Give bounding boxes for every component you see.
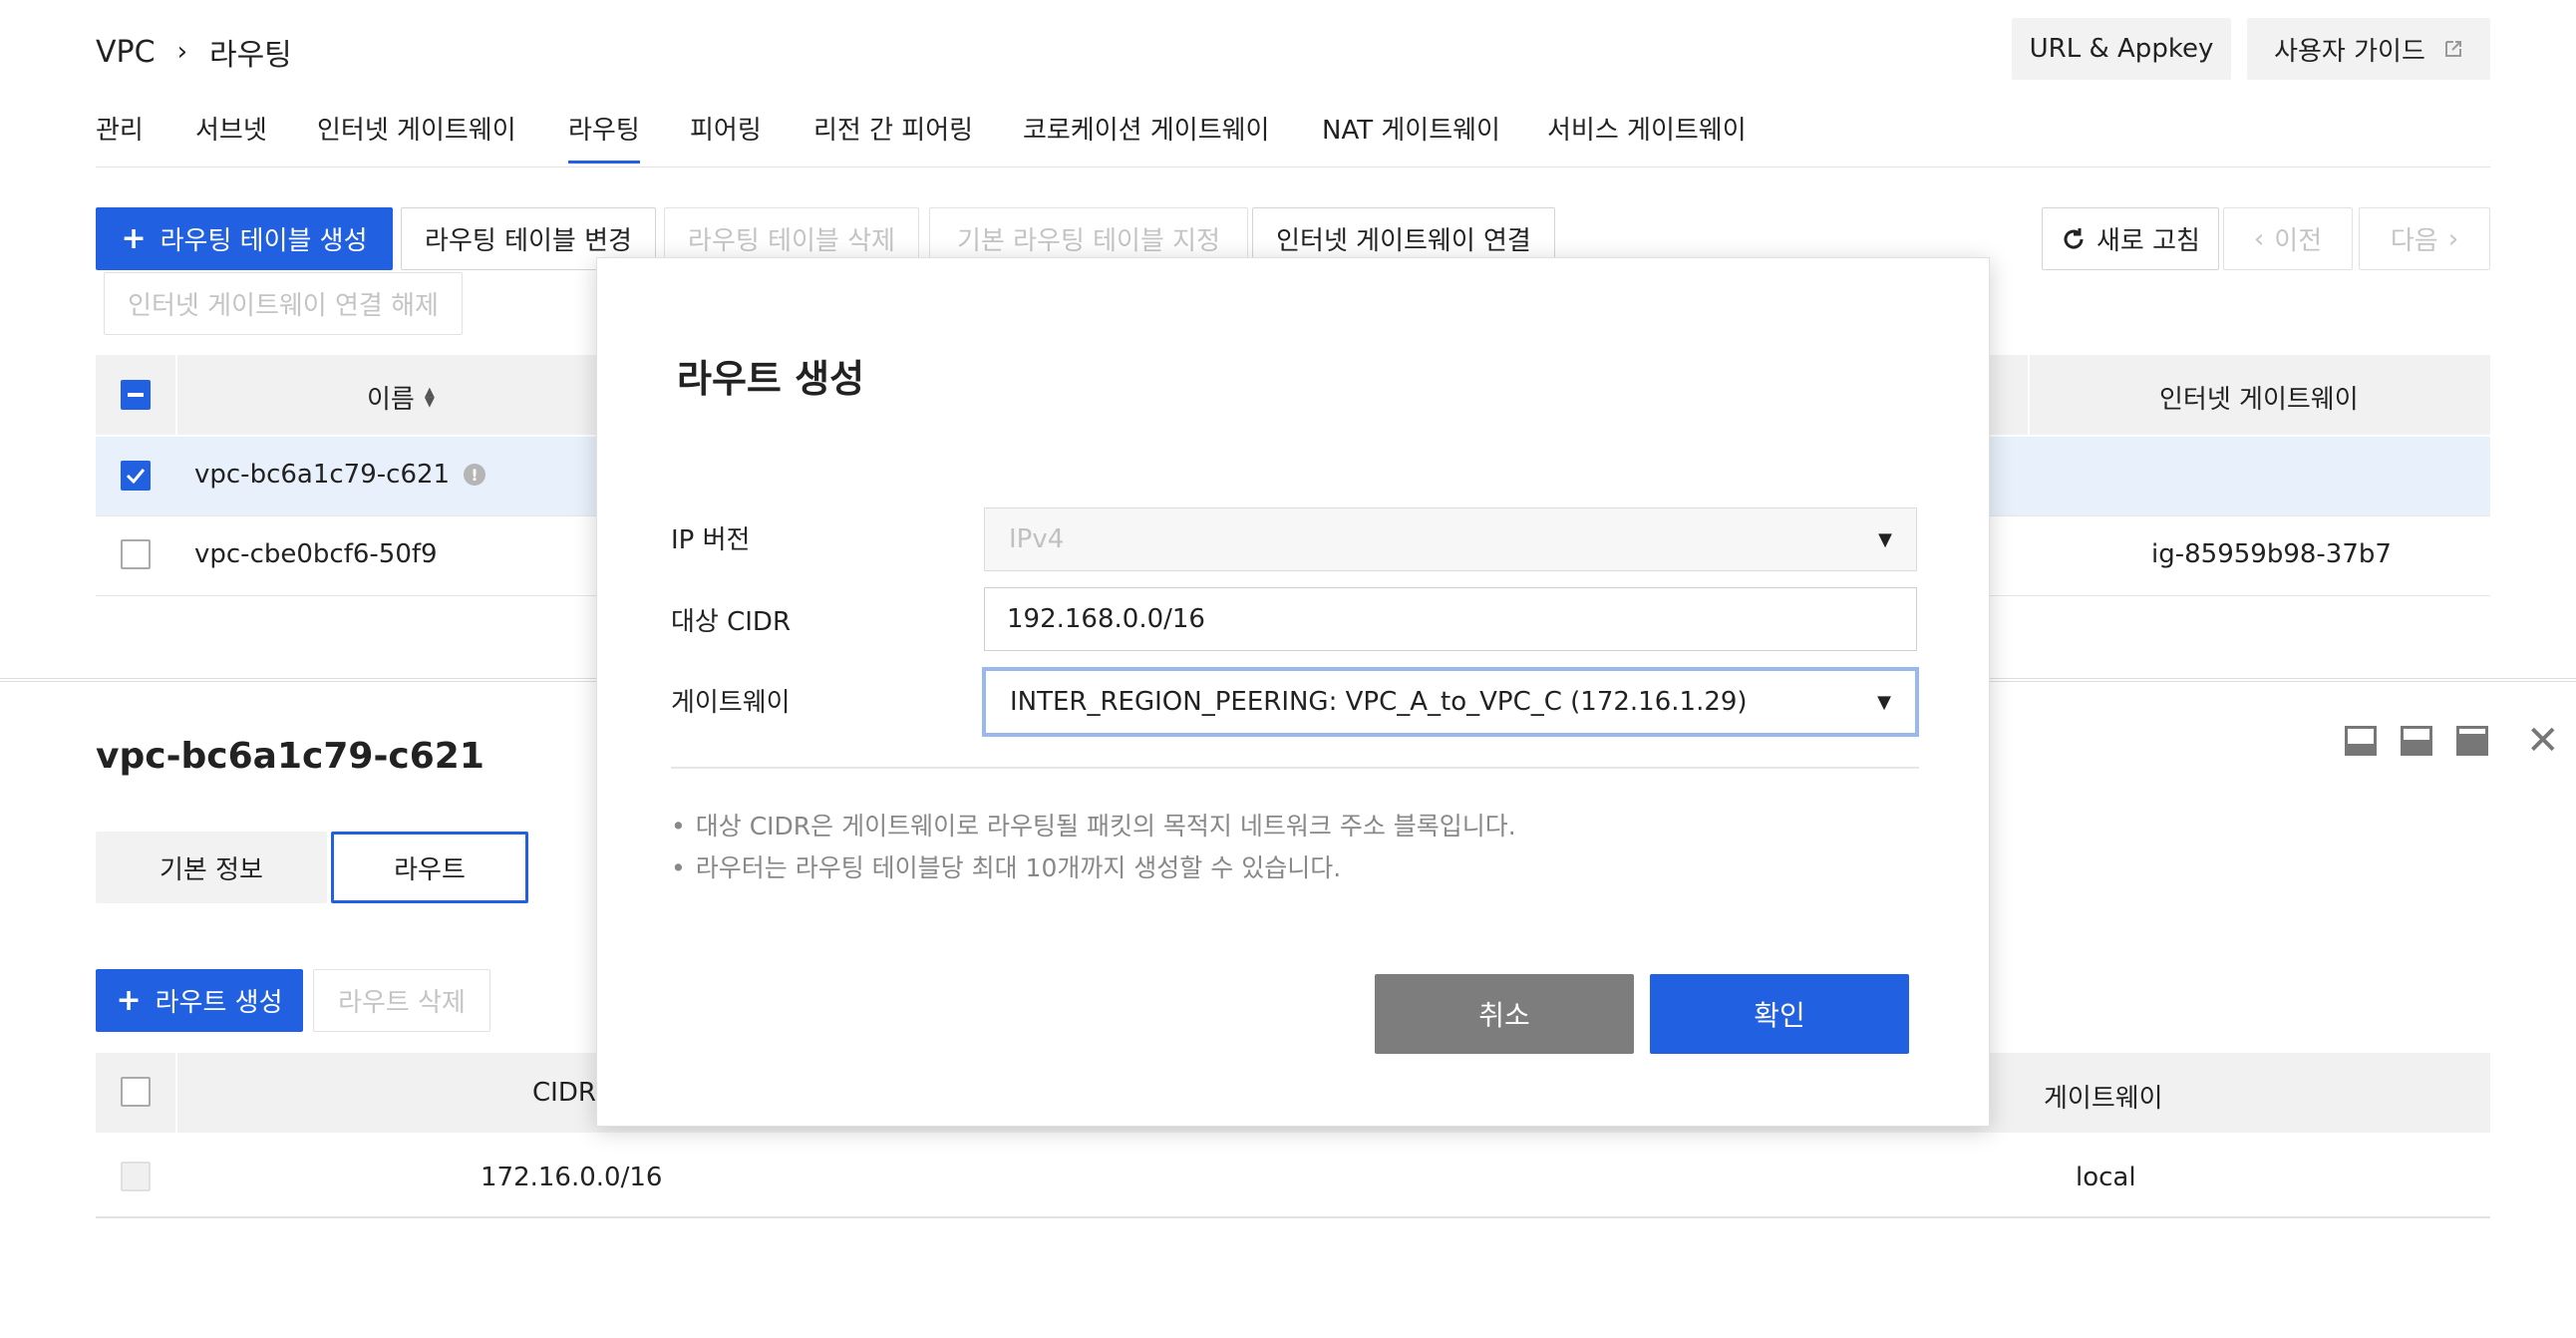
select-all-routes-checkbox[interactable] [121, 1077, 151, 1107]
next-page-button[interactable]: 다음 › [2359, 207, 2490, 270]
create-route-modal: 라우트 생성 IP 버전 IPv4 ▼ 대상 CIDR 게이트웨이 INTER_… [596, 257, 1990, 1127]
tab-subnet[interactable]: 서브넷 [195, 110, 267, 147]
layout-bottom-icon[interactable] [2456, 726, 2488, 756]
dropdown-arrow-icon: ▼ [1877, 691, 1891, 713]
tab-manage[interactable]: 관리 [96, 110, 144, 147]
prev-page-button[interactable]: ‹ 이전 [2223, 207, 2353, 270]
routing-table-name[interactable]: vpc-cbe0bcf6-50f9 [194, 539, 438, 569]
delete-routing-table-label: 라우팅 테이블 삭제 [688, 226, 895, 256]
user-guide-button[interactable]: 사용자 가이드 [2247, 18, 2490, 80]
minus-icon [128, 393, 144, 397]
chevron-right-icon: › [176, 37, 187, 67]
delete-route-button[interactable]: 라우트 삭제 [313, 969, 490, 1032]
chevron-right-icon: › [2447, 223, 2459, 254]
select-all-checkbox[interactable] [121, 380, 151, 410]
tab-basic-info[interactable]: 기본 정보 [96, 832, 327, 903]
user-guide-label: 사용자 가이드 [2274, 36, 2425, 67]
cidr-input[interactable] [984, 587, 1917, 651]
layout-middle-icon[interactable] [2401, 726, 2432, 756]
tab-routing[interactable]: 라우팅 [568, 110, 640, 164]
gateway-label: 게이트웨이 [671, 688, 791, 718]
bullet: • [671, 853, 686, 882]
plus-icon: + [121, 221, 147, 256]
detail-title: vpc-bc6a1c79-c621 [96, 736, 484, 777]
refresh-icon [2064, 227, 2084, 248]
note-text: 대상 CIDR은 게이트웨이로 라우팅될 패킷의 목적지 네트워크 주소 블록입… [695, 812, 1516, 840]
cidr-label: 대상 CIDR [671, 607, 792, 637]
tab-route[interactable]: 라우트 [331, 832, 528, 903]
create-routing-table-label: 라우팅 테이블 생성 [160, 226, 368, 256]
routing-table-name-label: vpc-bc6a1c79-c621 [194, 460, 451, 490]
row-checkbox[interactable] [121, 539, 151, 569]
create-route-label: 라우트 생성 [155, 988, 283, 1018]
header-divider [175, 1053, 177, 1133]
delete-route-label: 라우트 삭제 [338, 988, 466, 1018]
modal-divider [671, 767, 1919, 769]
create-routing-table-button[interactable]: + 라우팅 테이블 생성 [96, 207, 393, 270]
route-cidr: 172.16.0.0/16 [481, 1163, 663, 1192]
close-icon[interactable]: ✕ [2526, 718, 2560, 764]
tab-inter-region-peering[interactable]: 리전 간 피어링 [813, 110, 973, 147]
confirm-button[interactable]: 확인 [1650, 974, 1909, 1054]
route-row-checkbox [121, 1162, 151, 1191]
tab-nat-gateway[interactable]: NAT 게이트웨이 [1322, 110, 1500, 147]
connect-internet-gateway-label: 인터넷 게이트웨이 연결 [1276, 226, 1531, 256]
cancel-label: 취소 [1478, 999, 1530, 1032]
modal-title: 라우트 생성 [677, 357, 865, 401]
disconnect-internet-gateway-button[interactable]: 인터넷 게이트웨이 연결 해제 [104, 272, 463, 335]
ip-version-value: IPv4 [1009, 524, 1065, 554]
column-header-name-label: 이름 [367, 385, 415, 415]
check-icon [126, 469, 146, 484]
confirm-label: 확인 [1754, 999, 1805, 1032]
column-header-cidr: CIDR [532, 1078, 596, 1108]
info-icon: ! [464, 464, 486, 486]
url-appkey-button[interactable]: URL & Appkey [2012, 18, 2231, 80]
external-link-icon [2444, 41, 2461, 57]
layout-top-icon[interactable] [2345, 726, 2377, 756]
ip-version-select: IPv4 ▼ [984, 507, 1917, 571]
disconnect-internet-gateway-label: 인터넷 게이트웨이 연결 해제 [128, 291, 439, 321]
prev-page-label: 이전 [2274, 226, 2323, 256]
change-routing-table-label: 라우팅 테이블 변경 [425, 226, 632, 256]
tab-internet-gateway[interactable]: 인터넷 게이트웨이 [317, 110, 516, 147]
set-default-routing-table-label: 기본 라우팅 테이블 지정 [957, 226, 1220, 256]
tab-service-gateway[interactable]: 서비스 게이트웨이 [1547, 110, 1747, 147]
header-divider [2028, 355, 2030, 435]
gateway-select[interactable]: INTER_REGION_PEERING: VPC_A_to_VPC_C (17… [982, 667, 1919, 737]
row-checkbox[interactable] [121, 461, 151, 491]
page-title: 라우팅 [208, 38, 292, 73]
tab-route-label: 라우트 [394, 854, 466, 885]
tab-colocation-gateway[interactable]: 코로케이션 게이트웨이 [1023, 110, 1269, 147]
sort-icon: ▲ ▼ [424, 384, 435, 410]
breadcrumb-root[interactable]: VPC [96, 35, 156, 70]
column-header-internet-gateway: 인터넷 게이트웨이 [2159, 385, 2359, 415]
note-text: 라우터는 라우팅 테이블당 최대 10개까지 생성할 수 있습니다. [695, 853, 1342, 882]
chevron-left-icon: ‹ [2253, 223, 2265, 254]
gateway-value: INTER_REGION_PEERING: VPC_A_to_VPC_C (17… [1010, 687, 1748, 717]
url-appkey-label: URL & Appkey [2029, 34, 2214, 64]
dropdown-arrow-icon: ▼ [1878, 528, 1892, 550]
note-item: • 대상 CIDR은 게이트웨이로 라우팅될 패킷의 목적지 네트워크 주소 블록… [671, 807, 1516, 842]
tab-peering[interactable]: 피어링 [690, 110, 762, 147]
header-divider [175, 355, 177, 435]
create-route-button[interactable]: + 라우트 생성 [96, 969, 303, 1032]
route-gateway: local [2076, 1163, 2136, 1192]
next-page-label: 다음 [2390, 226, 2438, 256]
breadcrumb: VPC › 라우팅 [96, 30, 292, 74]
refresh-button[interactable]: 새로 고침 [2042, 207, 2219, 270]
column-header-gateway: 게이트웨이 [2044, 1084, 2163, 1114]
refresh-label: 새로 고침 [2096, 226, 2200, 256]
bullet: • [671, 812, 686, 840]
note-item: • 라우터는 라우팅 테이블당 최대 10개까지 생성할 수 있습니다. [671, 848, 1341, 884]
cancel-button[interactable]: 취소 [1375, 974, 1634, 1054]
internet-gateway-cell: ig-85959b98-37b7 [2151, 539, 2392, 569]
routing-table-name[interactable]: vpc-bc6a1c79-c621 ! [194, 460, 486, 490]
plus-icon: + [116, 983, 142, 1018]
tab-basic-info-label: 기본 정보 [160, 854, 263, 885]
ip-version-label: IP 버전 [671, 525, 751, 555]
column-header-name[interactable]: 이름 ▲ ▼ [367, 379, 435, 416]
